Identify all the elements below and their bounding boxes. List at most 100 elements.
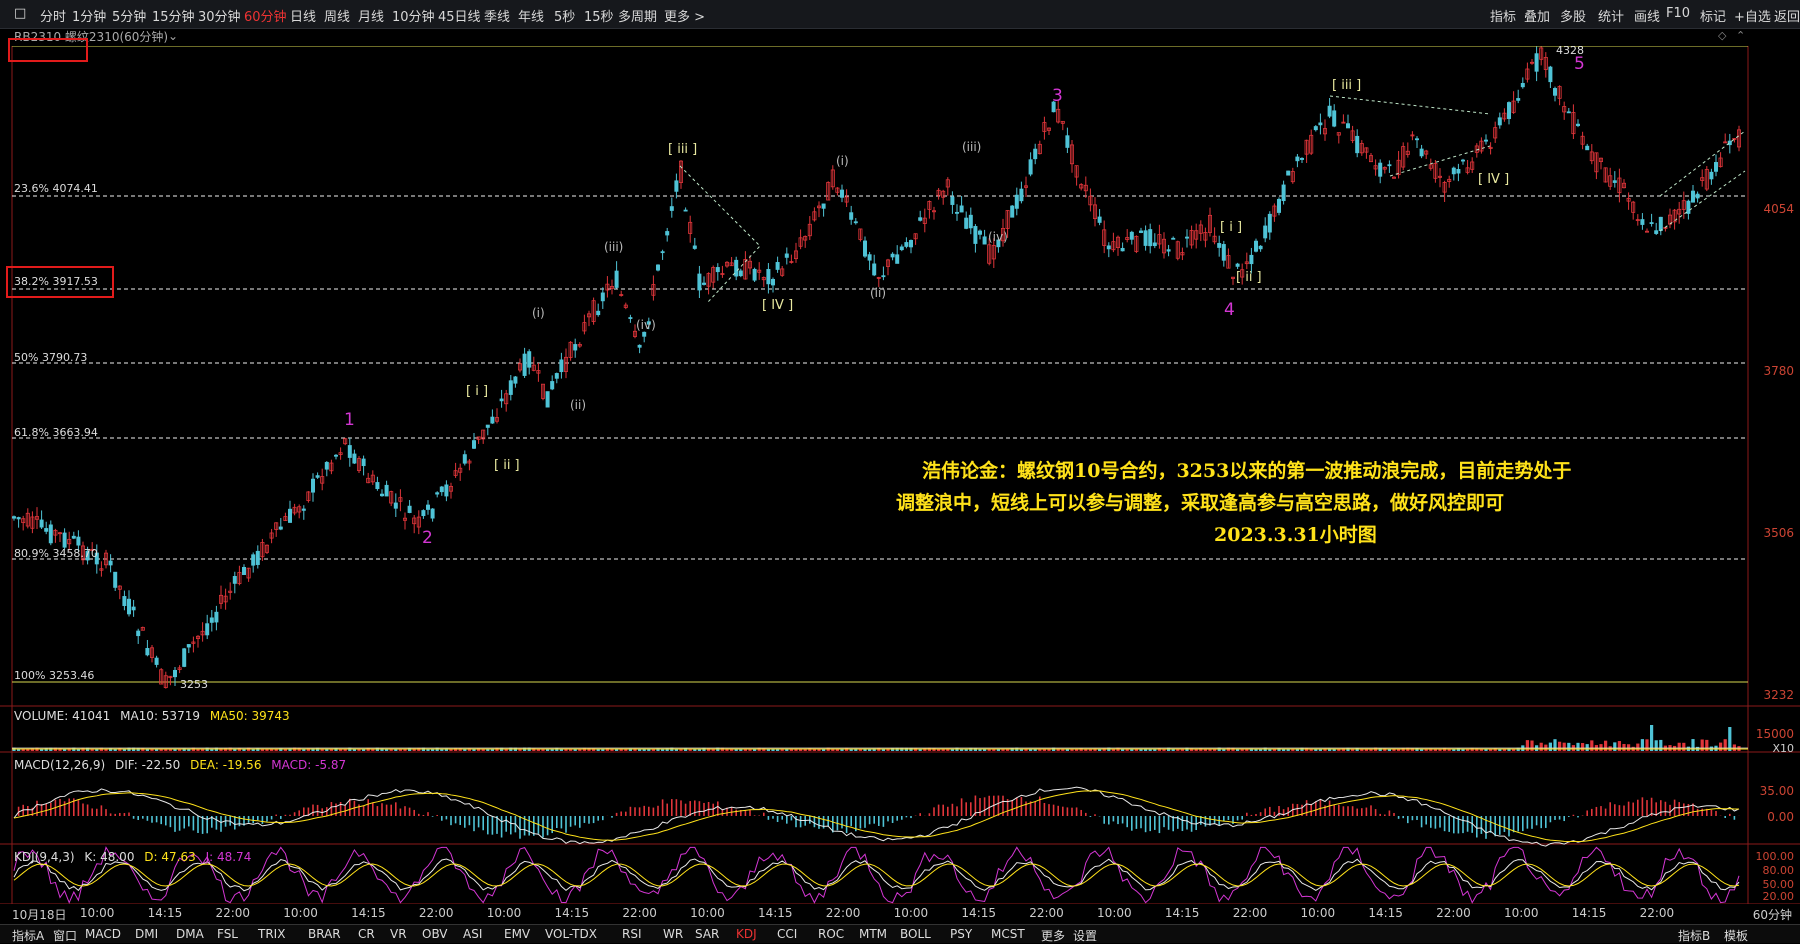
indicator-tab[interactable]: MACD xyxy=(85,927,121,941)
candle-body xyxy=(665,231,670,236)
mark-button[interactable]: 标记 xyxy=(1700,6,1726,25)
indicator-tab[interactable]: FSL xyxy=(217,927,238,941)
kdj-k-line xyxy=(13,858,1740,892)
bottom-right-tab[interactable]: 指标B xyxy=(1678,927,1710,944)
indicator-tab[interactable]: RSI xyxy=(622,927,642,941)
period-tab[interactable]: 月线 xyxy=(358,6,384,25)
indicator-tab[interactable]: PSY xyxy=(950,927,972,941)
period-tab[interactable]: 10分钟 xyxy=(392,6,435,25)
indicator-tab[interactable]: BOLL xyxy=(900,927,931,941)
more-periods-button[interactable]: 更多 > xyxy=(664,6,705,25)
candle-body xyxy=(278,526,283,530)
candle-body xyxy=(1254,240,1259,252)
candle-body xyxy=(849,212,854,220)
chevron-down-icon[interactable]: ⌄ xyxy=(168,29,178,43)
volume-bar xyxy=(1236,749,1240,751)
candle-body xyxy=(182,648,187,667)
time-axis-label: 14:15 xyxy=(1368,906,1403,920)
indicator-tab[interactable]: DMI xyxy=(135,927,158,941)
indicator-tab[interactable]: CCI xyxy=(777,927,797,941)
indicator-tab[interactable]: KDJ xyxy=(736,927,757,941)
candle-body xyxy=(702,282,707,285)
period-tab[interactable]: 季线 xyxy=(484,6,510,25)
indicator-tab[interactable]: CR xyxy=(358,927,375,941)
indicator-tab[interactable]: 指标A xyxy=(12,927,44,944)
back-button[interactable]: 返回 xyxy=(1774,6,1800,25)
volume-bar xyxy=(1351,749,1355,751)
volume-bar xyxy=(578,749,582,751)
time-axis-label: 10:00 xyxy=(283,906,318,920)
layout-icon[interactable]: □ xyxy=(14,6,26,21)
period-tab[interactable]: 30分钟 xyxy=(198,6,241,25)
statistics-button[interactable]: 统计 xyxy=(1598,6,1624,25)
kdj-d: D: 47.63 xyxy=(144,850,196,864)
volume-bar xyxy=(1259,749,1263,751)
candle-body xyxy=(485,424,490,428)
indicator-tab[interactable]: OBV xyxy=(422,927,448,941)
period-tab[interactable]: 5秒 xyxy=(554,6,575,25)
volume-bar xyxy=(1415,748,1419,751)
indicator-tab[interactable]: TRIX xyxy=(258,927,285,941)
indicator-tab[interactable]: DMA xyxy=(176,927,204,941)
period-tab[interactable]: 15分钟 xyxy=(152,6,195,25)
indicator-tab[interactable]: VOL-TDX xyxy=(545,927,597,941)
candle-body xyxy=(1106,245,1111,250)
indicator-tab[interactable]: ASI xyxy=(463,927,482,941)
candle-body xyxy=(637,344,642,348)
indicator-tab[interactable]: ROC xyxy=(818,927,844,941)
time-axis-label: 14:15 xyxy=(961,906,997,920)
kdj-panel-title: KDJ(9,4,3) K: 48.00 D: 47.63 J: 48.74 xyxy=(14,850,257,864)
indicator-tab[interactable]: MTM xyxy=(859,927,887,941)
candle-body xyxy=(209,617,214,623)
multi-stock-button[interactable]: 多股 xyxy=(1560,6,1586,25)
candle-body xyxy=(347,445,352,458)
period-tab[interactable]: 1分钟 xyxy=(72,6,106,25)
f10-button[interactable]: F10 xyxy=(1666,6,1690,21)
candle-body xyxy=(1295,156,1300,162)
candle-body xyxy=(522,353,527,376)
wave-label: (iv) xyxy=(636,318,656,332)
volume-bar xyxy=(1502,749,1506,751)
indicator-tab[interactable]: 窗口 xyxy=(53,927,77,944)
indicator-tab[interactable]: 更多 xyxy=(1041,927,1065,944)
period-tab[interactable]: 日线 xyxy=(290,6,316,25)
candle-body xyxy=(1658,216,1663,231)
add-favorite-button[interactable]: +自选 xyxy=(1734,6,1771,25)
time-axis-label: 22:00 xyxy=(1029,906,1064,920)
period-tab[interactable]: 45日线 xyxy=(438,6,481,25)
draw-line-button[interactable]: 画线 xyxy=(1634,6,1660,25)
candle-body xyxy=(462,454,467,464)
period-tab[interactable]: 15秒 xyxy=(584,6,614,25)
time-axis-label: 14:15 xyxy=(351,906,386,920)
period-tab[interactable]: 年线 xyxy=(518,6,544,25)
period-tab[interactable]: 周线 xyxy=(324,6,350,25)
wave-label-1: 1 xyxy=(344,410,355,430)
candle-body xyxy=(1139,230,1144,233)
indicator-tab[interactable]: 设置 xyxy=(1073,927,1097,944)
period-tab[interactable]: 分时 xyxy=(40,6,66,25)
candle-body xyxy=(660,251,665,254)
period-tab-active[interactable]: 60分钟 xyxy=(244,6,287,25)
indicator-tab[interactable]: VR xyxy=(390,927,407,941)
candle-body xyxy=(642,331,647,337)
candle-body xyxy=(895,254,900,264)
volume-bar xyxy=(1364,749,1368,751)
indicator-tab[interactable]: SAR xyxy=(695,927,719,941)
time-axis-label: 10:00 xyxy=(893,906,929,920)
indicator-button[interactable]: 指标 xyxy=(1490,6,1516,25)
indicator-tab[interactable]: EMV xyxy=(504,927,530,941)
period-tab[interactable]: 多周期 xyxy=(618,6,657,25)
bottom-right-tab[interactable]: 模板 xyxy=(1724,927,1748,944)
overlay-button[interactable]: 叠加 xyxy=(1524,6,1550,25)
candle-body xyxy=(1010,205,1015,218)
period-tab[interactable]: 5分钟 xyxy=(112,6,146,25)
indicator-tab[interactable]: WR xyxy=(663,927,683,941)
candle-body xyxy=(771,278,776,286)
diamond-icon[interactable]: ◇ xyxy=(1718,29,1726,42)
indicator-tab[interactable]: BRAR xyxy=(308,927,341,941)
time-axis-label: 10:00 xyxy=(690,906,725,920)
chevron-up-icon[interactable]: ⌃ xyxy=(1736,29,1745,42)
time-axis-label: 22:00 xyxy=(215,906,251,920)
indicator-tab[interactable]: MCST xyxy=(991,927,1025,941)
candle-body xyxy=(899,246,904,251)
